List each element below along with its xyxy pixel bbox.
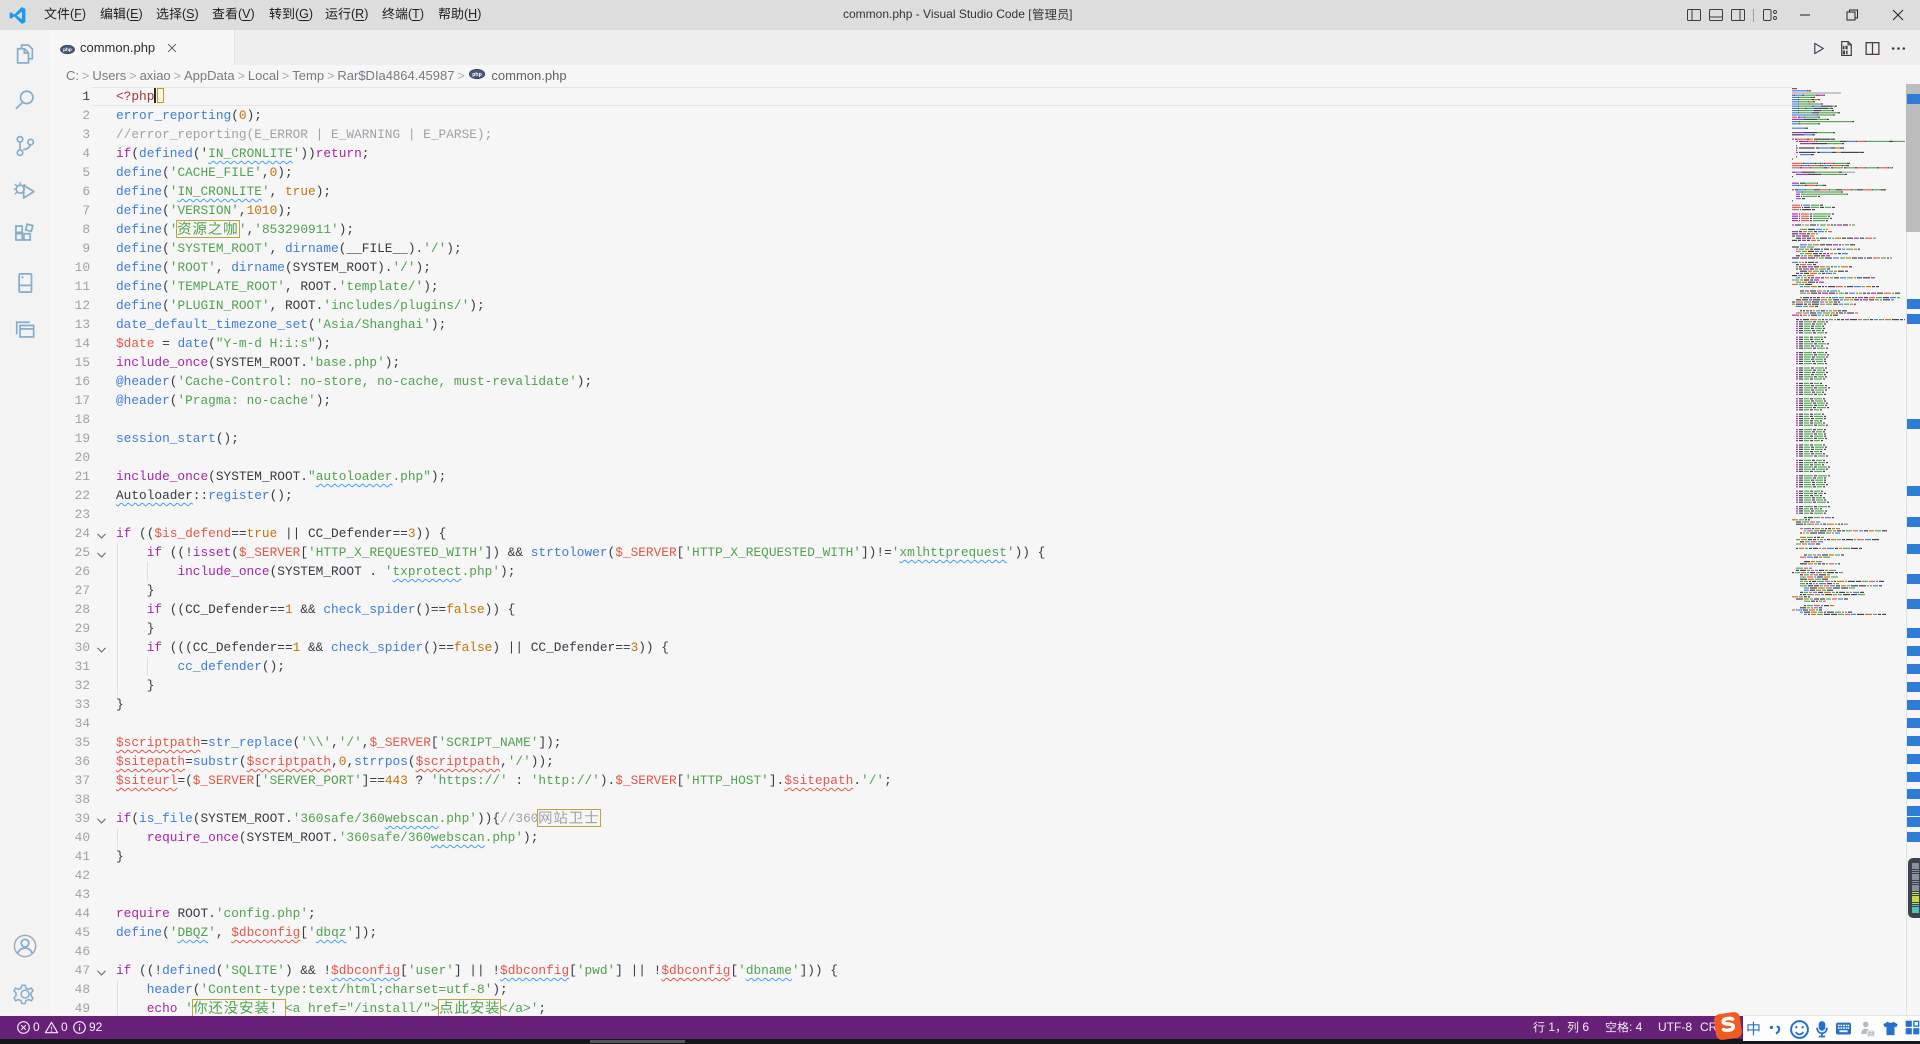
svg-text:23: 23 bbox=[1868, 1032, 1874, 1038]
